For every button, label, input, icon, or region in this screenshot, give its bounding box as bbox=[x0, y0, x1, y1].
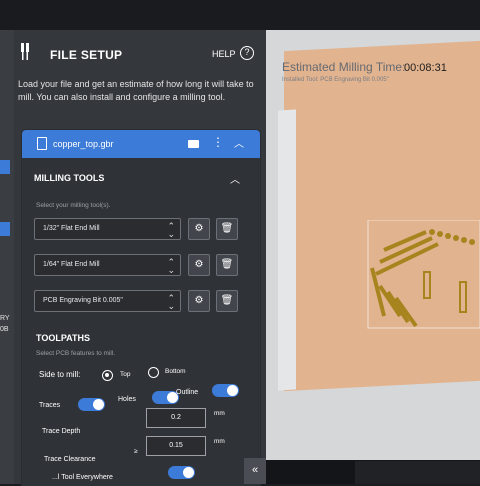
chevron-up-icon[interactable]: ︿ bbox=[230, 171, 240, 186]
milling-tools-header[interactable]: MILLING TOOLS ︿ bbox=[22, 166, 260, 188]
tool-select[interactable]: 1/64" Flat End Mill ⌃ ⌄ bbox=[34, 254, 181, 276]
radio-bottom-label: Bottom bbox=[165, 368, 186, 375]
milling-tools-subtitle: Select your milling tool(s). bbox=[36, 202, 111, 209]
taskbar bbox=[355, 461, 480, 484]
panel-description: Load your file and get an estimate of ho… bbox=[18, 79, 254, 102]
monitor-top-bezel bbox=[0, 0, 480, 30]
traces-label: Traces bbox=[39, 402, 61, 409]
holes-label: Holes bbox=[118, 396, 136, 403]
stock-edge bbox=[278, 109, 296, 391]
preview-viewport[interactable]: Estimated Milling Time: 00:08:31 Install… bbox=[266, 30, 480, 460]
tool-row: PCB Engraving Bit 0.005" ⌃ ⌄ ⚙ 🗑 bbox=[34, 290, 244, 312]
file-icon bbox=[37, 137, 47, 150]
panel-title: FILE SETUP bbox=[50, 48, 123, 62]
strip-active-marker bbox=[0, 160, 10, 174]
previous-panel-strip: RY 0B bbox=[0, 30, 14, 484]
help-button[interactable]: HELP bbox=[212, 49, 236, 59]
strip-label: RY bbox=[0, 315, 10, 322]
tool-row: 1/64" Flat End Mill ⌃ ⌄ ⚙ 🗑 bbox=[34, 254, 244, 276]
file-setup-panel: FILE SETUP HELP ? Load your file and get… bbox=[14, 30, 266, 486]
clearance-marker: ≥ bbox=[134, 448, 138, 455]
file-bar[interactable]: copper_top.gbr ⋮ ︿ bbox=[22, 130, 260, 158]
strip-check-marker bbox=[0, 222, 10, 236]
file-name: copper_top.gbr bbox=[53, 139, 114, 149]
chevron-up-icon[interactable]: ︿ bbox=[234, 135, 244, 150]
trash-icon[interactable]: 🗑 bbox=[216, 254, 238, 276]
tool-select-value: 1/32" Flat End Mill bbox=[43, 225, 100, 232]
updown-caret-icon: ⌃ ⌄ bbox=[167, 293, 175, 311]
gear-icon[interactable]: ⚙ bbox=[188, 290, 210, 312]
milling-tools-title: MILLING TOOLS bbox=[34, 173, 105, 183]
trash-icon[interactable]: 🗑 bbox=[216, 290, 238, 312]
trace-clearance-label: Trace Clearance bbox=[44, 456, 96, 463]
holes-toggle[interactable] bbox=[152, 391, 179, 404]
gear-icon[interactable]: ⚙ bbox=[188, 218, 210, 240]
radio-top[interactable] bbox=[102, 370, 113, 381]
gear-icon[interactable]: ⚙ bbox=[188, 254, 210, 276]
updown-caret-icon: ⌃ ⌄ bbox=[167, 221, 175, 239]
radio-bottom[interactable] bbox=[148, 367, 159, 378]
more-icon[interactable]: ⋮ bbox=[212, 135, 224, 149]
trace-clearance-input[interactable]: 0.15 bbox=[146, 436, 206, 456]
installed-tool-text: Installed Tool: PCB Engraving Bit 0.005" bbox=[282, 77, 389, 83]
milling-bit-icon bbox=[21, 43, 29, 60]
tool-select-value: 1/64" Flat End Mill bbox=[43, 261, 100, 268]
strip-label: 0B bbox=[0, 326, 9, 333]
tool-select[interactable]: 1/32" Flat End Mill ⌃ ⌄ bbox=[34, 218, 181, 240]
toolpaths-title: TOOLPATHS bbox=[36, 333, 90, 343]
trash-icon[interactable]: 🗑 bbox=[216, 218, 238, 240]
trace-depth-label: Trace Depth bbox=[42, 428, 81, 435]
trace-clearance-unit: mm bbox=[214, 438, 225, 445]
folder-icon[interactable] bbox=[188, 140, 199, 148]
toolpaths-subtitle: Select PCB features to mill. bbox=[36, 350, 116, 357]
radio-top-label: Top bbox=[120, 371, 131, 378]
estimated-time-label: Estimated Milling Time: bbox=[282, 60, 406, 74]
outline-toggle[interactable] bbox=[212, 384, 239, 397]
collapse-panel-button[interactable]: « bbox=[244, 458, 266, 484]
panel-header: FILE SETUP HELP ? bbox=[14, 30, 266, 74]
tool-everywhere-toggle[interactable] bbox=[168, 466, 195, 479]
file-card: copper_top.gbr ⋮ ︿ MILLING TOOLS ︿ Selec… bbox=[22, 130, 260, 486]
trace-depth-input[interactable]: 0.2 bbox=[146, 408, 206, 428]
tool-everywhere-label: ...l Tool Everywhere bbox=[52, 474, 113, 481]
updown-caret-icon: ⌃ ⌄ bbox=[167, 257, 175, 275]
pcb-traces bbox=[367, 220, 480, 329]
tool-select-value: PCB Engraving Bit 0.005" bbox=[43, 297, 123, 304]
tool-row: 1/32" Flat End Mill ⌃ ⌄ ⚙ 🗑 bbox=[34, 218, 244, 240]
estimated-time-value: 00:08:31 bbox=[404, 62, 447, 74]
traces-toggle[interactable] bbox=[78, 398, 105, 411]
help-icon[interactable]: ? bbox=[240, 46, 254, 60]
outline-label: Outline bbox=[176, 389, 199, 396]
trace-depth-unit: mm bbox=[214, 410, 225, 417]
side-to-mill-label: Side to mill: bbox=[39, 370, 81, 379]
tool-select[interactable]: PCB Engraving Bit 0.005" ⌃ ⌄ bbox=[34, 290, 181, 312]
